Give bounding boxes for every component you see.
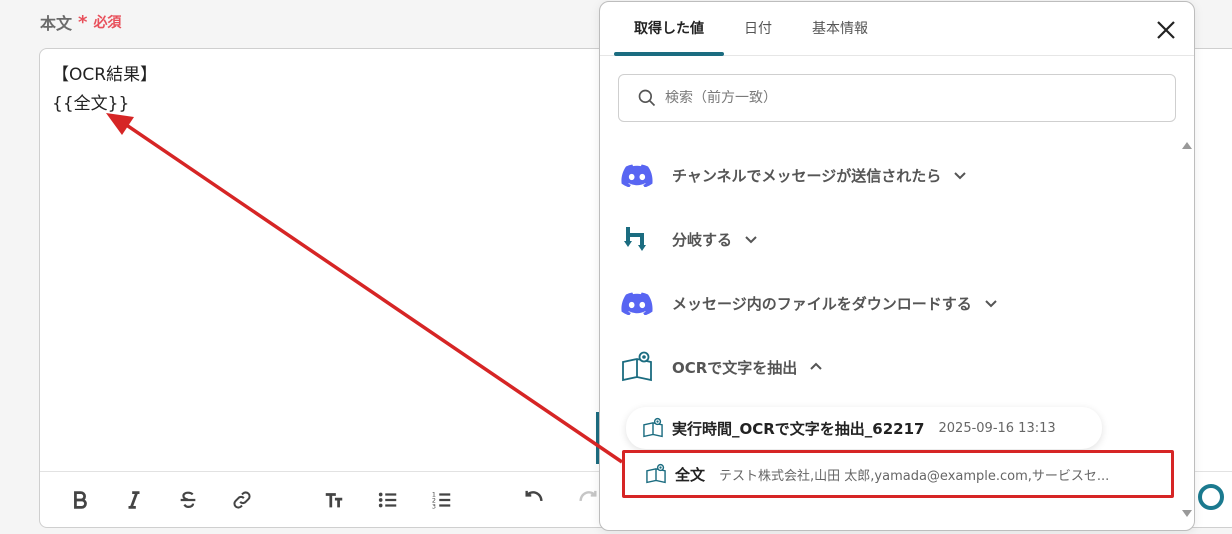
ocr-book-icon — [643, 417, 663, 438]
close-icon[interactable] — [1154, 18, 1178, 42]
field-label-text: 本文 — [40, 14, 73, 33]
item-name: 全文 — [675, 465, 706, 484]
value-item-full-text[interactable]: 全文 テスト株式会社,山田 太郎,yamada@example.com,サービス… — [622, 450, 1174, 498]
panel-tabs: 取得した値 日付 基本情報 — [600, 2, 1194, 56]
item-name: 実行時間_OCRで文字を抽出_62217 — [672, 419, 925, 438]
tab-retrieved-values[interactable]: 取得した値 — [614, 2, 724, 56]
group-label: 分岐する — [672, 230, 733, 249]
scrollbar[interactable] — [1180, 142, 1192, 517]
tab-basic-info[interactable]: 基本情報 — [792, 2, 888, 55]
background-circle-icon — [1198, 484, 1224, 510]
link-icon[interactable] — [226, 484, 258, 516]
value-item-execution-time[interactable]: 実行時間_OCRで文字を抽出_62217 2025-09-16 13:13 — [626, 407, 1102, 449]
search-box — [618, 74, 1176, 122]
chevron-down-icon — [954, 172, 966, 180]
text-size-icon[interactable] — [318, 484, 350, 516]
discord-icon — [620, 286, 654, 320]
group-label: メッセージ内のファイルをダウンロードする — [672, 294, 972, 313]
svg-text:3: 3 — [432, 502, 436, 510]
bullet-list-icon[interactable] — [372, 484, 404, 516]
scroll-down-icon[interactable] — [1182, 510, 1192, 517]
group-label: OCRで文字を抽出 — [672, 358, 798, 377]
chevron-up-icon — [810, 362, 823, 370]
item-value: テスト株式会社,山田 太郎,yamada@example.com,サービスセ..… — [719, 468, 1110, 484]
strikethrough-icon[interactable] — [172, 484, 204, 516]
chevron-down-icon — [745, 236, 757, 244]
ocr-book-icon — [620, 350, 654, 384]
chevron-down-icon — [984, 300, 997, 308]
discord-icon — [620, 158, 654, 192]
variable-picker-panel: 取得した値 日付 基本情報 チャンネルでメッセージが送信されたら 分岐する メッ… — [599, 1, 1195, 531]
group-label: チャンネルでメッセージが送信されたら — [672, 166, 942, 185]
required-mark: * — [78, 11, 88, 33]
group-ocr[interactable]: OCRで文字を抽出 — [620, 350, 823, 384]
undo-icon[interactable] — [518, 484, 550, 516]
field-label: 本文 * 必須 — [40, 10, 121, 34]
group-download-file[interactable]: メッセージ内のファイルをダウンロードする — [620, 286, 998, 320]
search-icon — [638, 89, 656, 107]
editor-line: 【OCR結果】 — [52, 65, 158, 85]
scroll-up-icon[interactable] — [1182, 142, 1192, 149]
item-value: 2025-09-16 13:13 — [938, 420, 1056, 436]
search-input[interactable] — [665, 90, 1145, 106]
editor-content[interactable]: 【OCR結果】 {{全文}} — [52, 61, 157, 119]
branch-icon — [620, 222, 654, 256]
group-branch[interactable]: 分岐する — [620, 222, 758, 256]
editor-line: {{全文}} — [52, 94, 130, 114]
numbered-list-icon[interactable]: 123 — [426, 484, 458, 516]
required-text: 必須 — [93, 15, 122, 31]
tab-date[interactable]: 日付 — [724, 2, 792, 55]
bold-icon[interactable] — [64, 484, 96, 516]
group-channel-message[interactable]: チャンネルでメッセージが送信されたら — [620, 158, 967, 192]
italic-icon[interactable] — [118, 484, 150, 516]
ocr-book-icon — [646, 463, 666, 484]
